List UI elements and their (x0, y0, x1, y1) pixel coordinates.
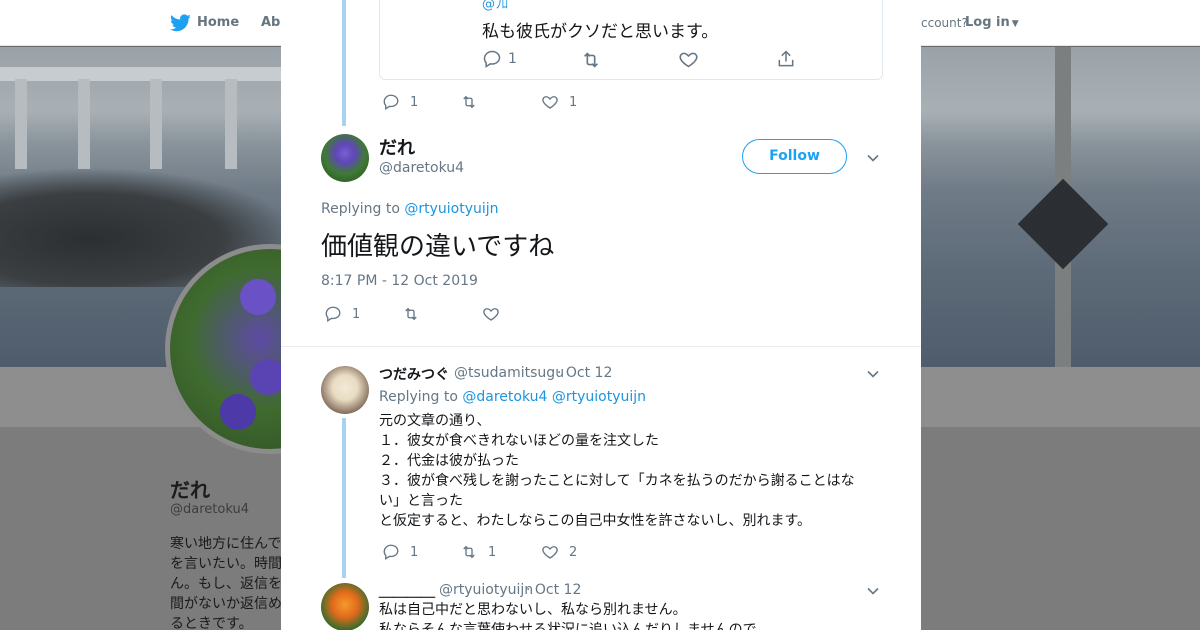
reply-replying-to: Replying to @daretoku4 @rtyuiotyuijn (379, 389, 646, 405)
quoted-reply-count: 1 (508, 51, 517, 67)
reply-retweet-count: 1 (488, 544, 497, 560)
main-reply-button[interactable]: 1 (324, 305, 360, 323)
reply-icon (325, 306, 341, 322)
reply-reply-button[interactable]: 1 (382, 543, 418, 561)
thread-connector (342, 0, 346, 126)
quoted-tweet-text: 私も彼氏がクソだと思います。 (482, 22, 719, 42)
profile-name: だれ (170, 478, 210, 502)
quoted-share-button[interactable] (776, 49, 796, 69)
main-reply-count: 1 (352, 306, 361, 322)
heart-icon (542, 546, 558, 559)
nav-home-link[interactable]: Home (197, 15, 239, 30)
tweet-detail-modal: @ﾌﾛ 私も彼氏がクソだと思います。 1 1 1 だれ @daretoku4 F… (281, 0, 921, 630)
quoted-partial-text: @ﾌﾛ (482, 0, 508, 12)
reply-icon (383, 544, 399, 560)
heart-icon (483, 308, 499, 321)
reply-text: 元の文章の通り、 １．彼女が食べきれないほどの量を注文した ２．代金は彼が払った… (379, 411, 859, 531)
reply-like-button[interactable]: 2 (541, 543, 577, 561)
reply-avatar[interactable] (321, 583, 369, 630)
quoted-like-button[interactable] (678, 49, 699, 70)
retweet-icon (463, 545, 475, 559)
quoted-tweet-card[interactable]: @ﾌﾛ 私も彼氏がクソだと思います。 1 (379, 0, 883, 80)
parent-reply-count: 1 (410, 94, 419, 110)
reply-like-count: 2 (569, 544, 578, 560)
quoted-retweet-button[interactable] (580, 49, 602, 71)
reply-text-line: 私ならそんな言葉使わせる状況に追い込んだりしませんので (379, 622, 757, 630)
close-icon[interactable]: ✕ (1152, 10, 1180, 38)
reply-author-handle[interactable]: @rtyuiotyuijn (439, 582, 533, 598)
thread-connector (342, 418, 346, 578)
reply-reply-count: 1 (410, 544, 419, 560)
main-retweet-button[interactable] (402, 305, 430, 323)
retweet-icon (583, 52, 599, 68)
reply-text-line: １．彼女が食べきれないほどの量を注文した (379, 433, 659, 449)
parent-reply-button[interactable]: 1 (382, 93, 418, 111)
reply-text-line: い」と言った (379, 493, 463, 509)
heart-icon (542, 96, 558, 109)
profile-bio: 寒い地方に住んで を言いたい。時間 ん。もし、返信を 間がないか返信め るときで… (170, 536, 282, 630)
login-dropdown[interactable]: Log in ▼ (965, 15, 1019, 30)
twitter-bird-icon[interactable] (170, 14, 191, 32)
reply-author-name[interactable]: ＿＿＿＿ (379, 581, 435, 601)
reply-text-line: ２．代金は彼が払った (379, 453, 519, 469)
divider (281, 346, 921, 347)
have-account-text: ccount? (921, 16, 968, 30)
main-tweet-author-name[interactable]: だれ (379, 134, 415, 160)
replying-prefix: Replying to (321, 201, 400, 217)
login-label: Log in (965, 15, 1010, 30)
parent-retweet-button[interactable] (460, 93, 488, 111)
main-like-button[interactable] (482, 305, 510, 323)
quoted-reply-button[interactable]: 1 (482, 49, 517, 69)
main-tweet-timestamp[interactable]: 8:17 PM - 12 Oct 2019 (321, 273, 478, 289)
caret-down-icon: ▼ (1011, 19, 1019, 29)
follow-button[interactable]: Follow (742, 139, 847, 174)
reply-icon (383, 94, 399, 110)
reply-date[interactable]: · Oct 12 (526, 582, 581, 598)
parent-like-count: 1 (569, 94, 578, 110)
main-tweet-avatar[interactable] (321, 134, 369, 182)
reply-author-handle[interactable]: @tsudamitsugu (454, 365, 564, 381)
replying-to-link[interactable]: @daretoku4 (462, 389, 547, 405)
reply-retweet-button[interactable]: 1 (460, 543, 496, 561)
chevron-down-icon[interactable] (866, 584, 880, 598)
heart-icon (679, 52, 698, 68)
reply-author-name[interactable]: つだみつぐ (379, 364, 449, 384)
parent-like-button[interactable]: 1 (541, 93, 577, 111)
retweet-icon (405, 307, 417, 321)
replying-to-link[interactable]: @rtyuiotyuijn (404, 201, 498, 217)
reply-icon (483, 50, 501, 68)
retweet-icon (463, 95, 475, 109)
replying-prefix: Replying to (379, 389, 458, 405)
chevron-down-icon[interactable] (866, 151, 880, 165)
share-icon (778, 50, 794, 67)
replying-to-link[interactable]: @rtyuiotyuijn (552, 389, 646, 405)
reply-text: 私は自己中だと思わないし、私なら別れません。 私ならそんな言葉使わせる状況に追い… (379, 600, 859, 630)
reply-text-line: 元の文章の通り、 (379, 413, 491, 429)
reply-text-line: ３．彼が食べ残しを謝ったことに対して「カネを払うのだから謝ることはな (379, 473, 855, 489)
profile-handle: @daretoku4 (170, 502, 249, 517)
reply-avatar[interactable] (321, 366, 369, 414)
main-tweet-author-handle[interactable]: @daretoku4 (379, 160, 464, 176)
reply-date[interactable]: · Oct 12 (557, 365, 612, 381)
reply-text-line: 私は自己中だと思わないし、私なら別れません。 (379, 602, 687, 618)
reply-text-line: と仮定すると、わたしならこの自己中女性を許さないし、別れます。 (379, 513, 812, 529)
main-tweet-text: 価値観の違いですね (321, 232, 555, 262)
chevron-down-icon[interactable] (866, 367, 880, 381)
main-replying-to: Replying to @rtyuiotyuijn (321, 201, 499, 217)
